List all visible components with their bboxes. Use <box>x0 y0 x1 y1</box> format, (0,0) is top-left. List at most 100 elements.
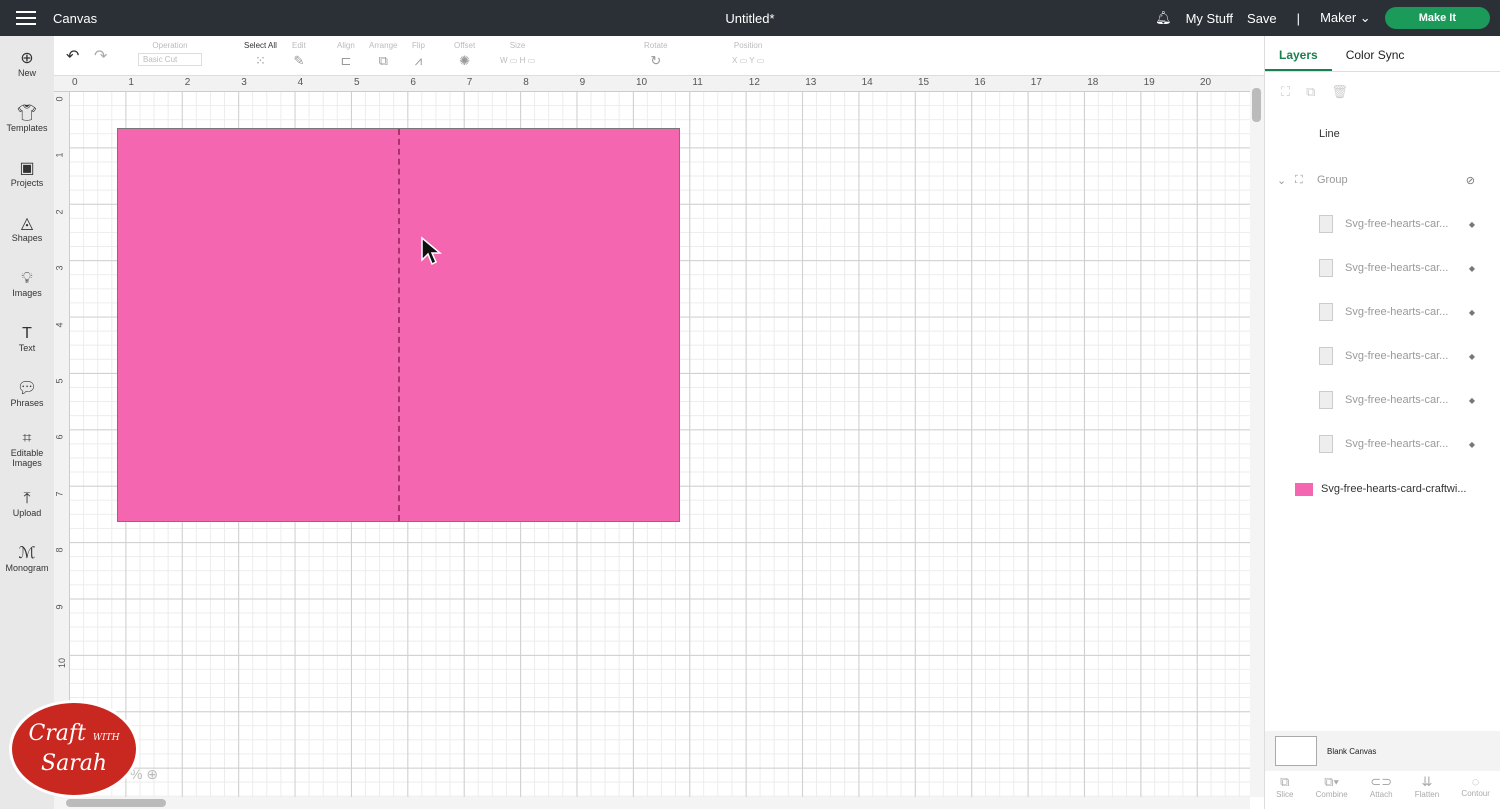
make-it-button[interactable]: Make It <box>1384 7 1490 29</box>
ruler-tick-label: 14 <box>861 77 873 88</box>
layer-thumbnail <box>1319 391 1333 409</box>
save-button[interactable]: Save <box>1247 11 1277 26</box>
projects-icon: ▣ <box>19 159 35 177</box>
nav-monogram[interactable]: ℳ Monogram <box>0 531 54 586</box>
ruler-tick-label: 13 <box>805 77 817 88</box>
arrange-button[interactable]: Arrange ⧉ <box>369 41 397 69</box>
ruler-tick-label: 9 <box>579 77 586 88</box>
layer-item[interactable]: Svg-free-hearts-card-craftwi... <box>1265 467 1500 511</box>
ruler-tick-label: 19 <box>1143 77 1155 88</box>
edit-button[interactable]: Edit ✎ <box>292 41 306 69</box>
zoom-control[interactable]: % ⊕ <box>130 766 158 783</box>
tab-layers[interactable]: Layers <box>1265 36 1332 71</box>
ruler-tick-label: 16 <box>974 77 986 88</box>
offset-button[interactable]: Offset ✺ <box>454 41 475 69</box>
group-icon[interactable]: ⛶ <box>1281 84 1290 100</box>
layer-item[interactable]: Svg-free-hearts-car... ◆ <box>1265 422 1500 466</box>
machine-select[interactable]: Maker ⌄ <box>1320 10 1371 26</box>
tool-attach[interactable]: ⊂⊃ Attach <box>1370 774 1393 799</box>
mouse-cursor-icon <box>421 236 442 266</box>
operation-select[interactable]: Operation Basic Cut <box>138 41 202 66</box>
ruler-tick-label: 1 <box>128 77 134 88</box>
app-title: Canvas <box>53 10 98 26</box>
toolbar: ↶ ↷ Operation Basic Cut Select All ⁙ Edit ✎… <box>54 36 1264 76</box>
nav-text[interactable]: T Text <box>0 311 54 366</box>
hamburger-menu-icon[interactable] <box>16 11 36 25</box>
layer-thumbnail <box>1319 259 1333 277</box>
ruler-tick-label: 4 <box>297 77 304 88</box>
horizontal-scrollbar[interactable] <box>54 797 1250 809</box>
nav-upload[interactable]: ⤒ Upload <box>0 476 54 531</box>
text-icon: T <box>22 324 32 342</box>
layer-thumbnail <box>1319 215 1333 233</box>
ruler-tick-label: 0 <box>72 77 78 88</box>
ruler-tick-label: 20 <box>1200 77 1212 88</box>
tool-slice[interactable]: ⧉ Slice <box>1276 774 1293 799</box>
combine-icon: ⧉▾ <box>1324 774 1340 789</box>
left-nav: ⊕ New 👕︎ Templates ▣ Projects ◬ Shapes 💡︎ Images T… <box>0 36 54 809</box>
slice-icon: ⧉ <box>1280 774 1290 789</box>
vertical-ruler: 0 1 2 3 4 5 6 7 8 9 10 <box>54 92 70 797</box>
rotate-field[interactable]: Rotate ↻ <box>644 41 668 69</box>
layer-thumbnail <box>1319 435 1333 453</box>
ruler-tick-label: 10 <box>57 657 68 669</box>
layer-item[interactable]: Line <box>1265 112 1500 156</box>
position-fields[interactable]: Position X ▭ Y ▭ <box>732 41 764 65</box>
layers-panel: Layers Color Sync ⛶ ⧉ 🗑︎ Line ⌄ ⛶ Group ⊘ Svg-f… <box>1264 36 1500 809</box>
size-fields[interactable]: Size W ▭ H ▭ <box>500 41 535 65</box>
layer-item[interactable]: Svg-free-hearts-car... ◆ <box>1265 334 1500 378</box>
contour-icon: ◌ <box>1471 774 1480 789</box>
nav-new[interactable]: ⊕ New <box>0 36 54 91</box>
nav-templates[interactable]: 👕︎ Templates <box>0 91 54 146</box>
diamond-icon: ◆ <box>1468 263 1475 273</box>
nav-phrases[interactable]: 💬︎ Phrases <box>0 366 54 421</box>
undo-icon[interactable]: ↶ <box>66 46 79 66</box>
select-all-button[interactable]: Select All ⁙ <box>244 41 277 69</box>
ruler-tick-label: 18 <box>1087 77 1099 88</box>
flip-button[interactable]: Flip ⩘ <box>412 41 425 69</box>
ruler-tick-label: 5 <box>54 378 65 384</box>
craft-with-sarah-logo: Craft WITH Sarah <box>9 700 139 798</box>
shapes-icon: ◬ <box>20 214 34 232</box>
ruler-tick-label: 7 <box>54 491 65 497</box>
color-swatch <box>1295 482 1313 496</box>
layer-item[interactable]: Svg-free-hearts-car... ◆ <box>1265 290 1500 334</box>
align-button[interactable]: Align ⊏ <box>337 41 355 69</box>
layer-item[interactable]: Svg-free-hearts-car... ◆ <box>1265 202 1500 246</box>
ruler-tick-label: 11 <box>692 77 703 88</box>
vertical-scrollbar[interactable] <box>1250 76 1264 797</box>
tool-flatten[interactable]: ⇊ Flatten <box>1415 774 1439 799</box>
nav-projects[interactable]: ▣ Projects <box>0 146 54 201</box>
ruler-tick-label: 9 <box>54 604 65 610</box>
tool-combine[interactable]: ⧉▾ Combine <box>1316 774 1348 799</box>
duplicate-icon[interactable]: ⧉ <box>1306 84 1315 100</box>
nav-images[interactable]: 💡︎ Images <box>0 256 54 311</box>
redo-icon[interactable]: ↷ <box>94 46 107 66</box>
eye-hidden-icon[interactable]: ⊘ <box>1466 174 1475 187</box>
ruler-tick-label: 7 <box>466 77 473 88</box>
tab-color-sync[interactable]: Color Sync <box>1332 36 1419 71</box>
blank-canvas-row[interactable]: Blank Canvas <box>1265 731 1500 771</box>
tool-contour[interactable]: ◌ Contour <box>1461 774 1489 799</box>
monogram-icon: ℳ <box>18 544 36 562</box>
card-shape[interactable] <box>117 128 680 522</box>
nav-shapes[interactable]: ◬ Shapes <box>0 201 54 256</box>
my-stuff-link[interactable]: My Stuff <box>1186 11 1233 26</box>
layer-item[interactable]: ⌄ ⛶ Group ⊘ <box>1265 158 1500 202</box>
layer-item[interactable]: Svg-free-hearts-car... ◆ <box>1265 246 1500 290</box>
ruler-tick-label: 12 <box>748 77 760 88</box>
ruler-tick-label: 0 <box>54 96 65 102</box>
ruler-tick-label: 4 <box>54 322 65 328</box>
ruler-tick-label: 1 <box>54 152 65 158</box>
diamond-icon: ◆ <box>1468 351 1475 361</box>
ruler-tick-label: 2 <box>54 209 65 215</box>
layer-item[interactable]: Svg-free-hearts-car... ◆ <box>1265 378 1500 422</box>
delete-icon[interactable]: 🗑︎ <box>1331 84 1348 100</box>
diamond-icon: ◆ <box>1468 395 1475 405</box>
ruler-tick-label: 8 <box>54 547 65 553</box>
attach-icon: ⊂⊃ <box>1370 774 1393 789</box>
ruler-tick-label: 6 <box>410 77 416 88</box>
score-line[interactable] <box>398 129 400 521</box>
bell-icon[interactable]: 🔔︎ <box>1155 10 1172 26</box>
nav-editable-images[interactable]: ⌗ Editable Images <box>0 421 54 476</box>
